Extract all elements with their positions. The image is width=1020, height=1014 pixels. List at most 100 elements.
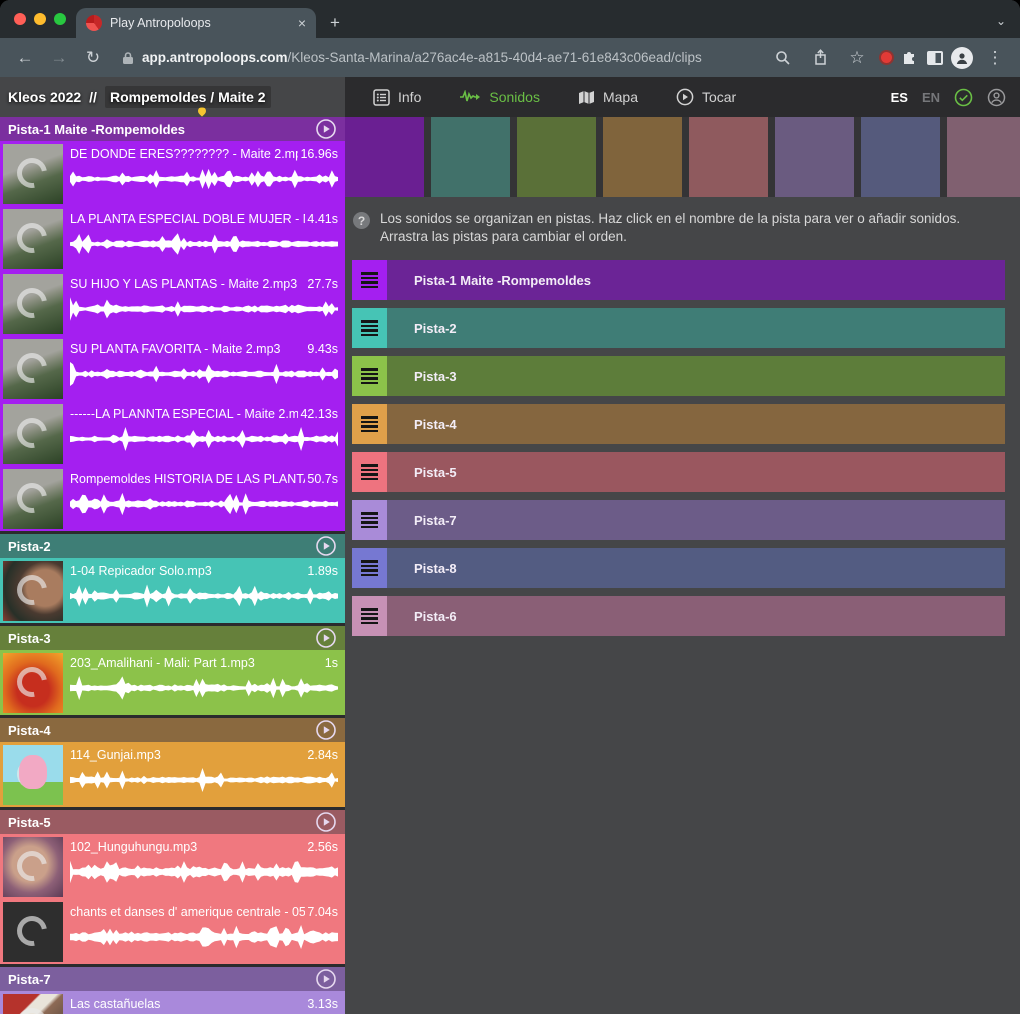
track-section-header[interactable]: Pista-1 Maite -Rompemoldes <box>0 117 345 141</box>
clip-thumbnail[interactable] <box>3 339 63 399</box>
forward-button[interactable]: → <box>44 43 74 73</box>
drag-handle[interactable] <box>352 404 387 444</box>
audio-clip[interactable]: ------LA PLANNTA ESPECIAL - Maite 2.mp3 … <box>0 401 345 466</box>
pista-row[interactable]: Pista-8 <box>352 548 1005 588</box>
color-swatch[interactable] <box>345 117 424 197</box>
tab-close-icon[interactable]: × <box>298 16 306 30</box>
drag-handle[interactable] <box>352 596 387 636</box>
help-question-icon[interactable]: ? <box>353 212 370 229</box>
play-track-button[interactable] <box>315 118 337 140</box>
profile-avatar[interactable] <box>951 47 973 69</box>
tab-info[interactable]: Info <box>359 77 435 117</box>
audio-clip[interactable]: chants et danses d' amerique centrale - … <box>0 899 345 964</box>
audio-clip[interactable]: DE DONDE ERES???????? - Maite 2.mp3 16.9… <box>0 141 345 206</box>
audio-clip[interactable]: LA PLANTA ESPECIAL DOBLE MUJER - Mai... … <box>0 206 345 271</box>
audio-clip[interactable]: Las castañuelas 3.13s <box>0 991 345 1014</box>
color-swatch[interactable] <box>603 117 682 197</box>
clip-thumbnail[interactable] <box>3 209 63 269</box>
breadcrumb-project[interactable]: Kleos 2022 <box>8 89 81 105</box>
drag-handle[interactable] <box>352 452 387 492</box>
extensions-puzzle-icon[interactable] <box>901 49 919 67</box>
clip-thumbnail[interactable] <box>3 274 63 334</box>
side-panel-icon[interactable] <box>926 50 944 66</box>
pista-bar[interactable]: Pista-1 Maite -Rompemoldes <box>387 260 1005 300</box>
address-bar[interactable]: app.antropoloops.com/Kleos-Santa-Marina/… <box>112 43 764 73</box>
audio-clip[interactable]: Rompemoldes HISTORIA DE LAS PLANTAS... 5… <box>0 466 345 531</box>
zoom-window-button[interactable] <box>54 13 66 25</box>
track-section-header[interactable]: Pista-3 <box>0 626 345 650</box>
pista-row[interactable]: Pista-1 Maite -Rompemoldes <box>352 260 1005 300</box>
back-button[interactable]: ← <box>10 43 40 73</box>
browser-tab[interactable]: Play Antropoloops × <box>76 8 316 38</box>
audio-clip[interactable]: 114_Gunjai.mp3 2.84s <box>0 742 345 807</box>
pista-row[interactable]: Pista-7 <box>352 500 1005 540</box>
pista-row[interactable]: Pista-6 <box>352 596 1005 636</box>
color-swatch[interactable] <box>517 117 596 197</box>
play-track-button[interactable] <box>315 811 337 833</box>
pista-bar[interactable]: Pista-6 <box>387 596 1005 636</box>
pista-bar[interactable]: Pista-7 <box>387 500 1005 540</box>
close-window-button[interactable] <box>14 13 26 25</box>
share-icon[interactable] <box>805 43 835 73</box>
waveform <box>70 767 338 793</box>
track-section-header[interactable]: Pista-7 <box>0 967 345 991</box>
tab-search-chevron-icon[interactable]: ⌄ <box>996 14 1006 28</box>
pista-row[interactable]: Pista-4 <box>352 404 1005 444</box>
pista-row[interactable]: Pista-5 <box>352 452 1005 492</box>
audio-clip[interactable]: SU PLANTA FAVORITA - Maite 2.mp3 9.43s <box>0 336 345 401</box>
color-swatch[interactable] <box>775 117 854 197</box>
lang-es-button[interactable]: ES <box>891 90 908 105</box>
account-icon[interactable] <box>987 88 1006 107</box>
zoom-page-icon[interactable] <box>768 43 798 73</box>
pista-row[interactable]: Pista-3 <box>352 356 1005 396</box>
clip-thumbnail[interactable] <box>3 653 63 713</box>
map-thumbnail-header[interactable]: Kleos 2022 // Rompemoldes / Maite 2 <box>0 77 345 117</box>
audio-clip[interactable]: 102_Hunguhungu.mp3 2.56s <box>0 834 345 899</box>
drag-handle[interactable] <box>352 308 387 348</box>
track-section-header[interactable]: Pista-5 <box>0 810 345 834</box>
play-track-button[interactable] <box>315 627 337 649</box>
clip-thumbnail[interactable] <box>3 837 63 897</box>
play-track-button[interactable] <box>315 719 337 741</box>
clip-thumbnail[interactable] <box>3 902 63 962</box>
clip-thumbnail[interactable] <box>3 144 63 204</box>
bookmark-star-icon[interactable]: ☆ <box>842 43 872 73</box>
drag-handle[interactable] <box>352 548 387 588</box>
pista-bar[interactable]: Pista-3 <box>387 356 1005 396</box>
audio-clip[interactable]: SU HIJO Y LAS PLANTAS - Maite 2.mp3 27.7… <box>0 271 345 336</box>
recording-indicator-icon[interactable] <box>879 50 894 65</box>
lang-en-button[interactable]: EN <box>922 90 940 105</box>
color-swatch[interactable] <box>689 117 768 197</box>
clip-thumbnail[interactable] <box>3 994 63 1014</box>
play-track-button[interactable] <box>315 535 337 557</box>
browser-menu-kebab-icon[interactable]: ⋮ <box>980 43 1010 73</box>
pista-bar[interactable]: Pista-2 <box>387 308 1005 348</box>
pista-bar[interactable]: Pista-4 <box>387 404 1005 444</box>
tab-mapa[interactable]: Mapa <box>564 77 652 117</box>
color-swatch[interactable] <box>431 117 510 197</box>
breadcrumb-trail[interactable]: Rompemoldes / Maite 2 <box>105 86 271 108</box>
toolbar-right-cluster: ☆ ⋮ <box>768 43 1010 73</box>
color-swatch[interactable] <box>861 117 940 197</box>
audio-clip[interactable]: 1-04 Repicador Solo.mp3 1.89s <box>0 558 345 623</box>
play-track-button[interactable] <box>315 968 337 990</box>
color-swatch[interactable] <box>947 117 1020 197</box>
reload-button[interactable]: ↻ <box>78 43 108 73</box>
drag-handle[interactable] <box>352 260 387 300</box>
new-tab-button[interactable]: + <box>330 14 340 31</box>
tab-sonidos[interactable]: Sonidos <box>445 77 554 117</box>
pista-bar[interactable]: Pista-5 <box>387 452 1005 492</box>
track-section-header[interactable]: Pista-4 <box>0 718 345 742</box>
pista-bar[interactable]: Pista-8 <box>387 548 1005 588</box>
track-section-header[interactable]: Pista-2 <box>0 534 345 558</box>
audio-clip[interactable]: 203_Amalihani - Mali: Part 1.mp3 1s <box>0 650 345 715</box>
clip-thumbnail[interactable] <box>3 561 63 621</box>
clip-thumbnail[interactable] <box>3 469 63 529</box>
clip-thumbnail[interactable] <box>3 745 63 805</box>
clip-thumbnail[interactable] <box>3 404 63 464</box>
drag-handle[interactable] <box>352 500 387 540</box>
pista-row[interactable]: Pista-2 <box>352 308 1005 348</box>
tab-tocar[interactable]: Tocar <box>662 77 750 117</box>
minimize-window-button[interactable] <box>34 13 46 25</box>
drag-handle[interactable] <box>352 356 387 396</box>
